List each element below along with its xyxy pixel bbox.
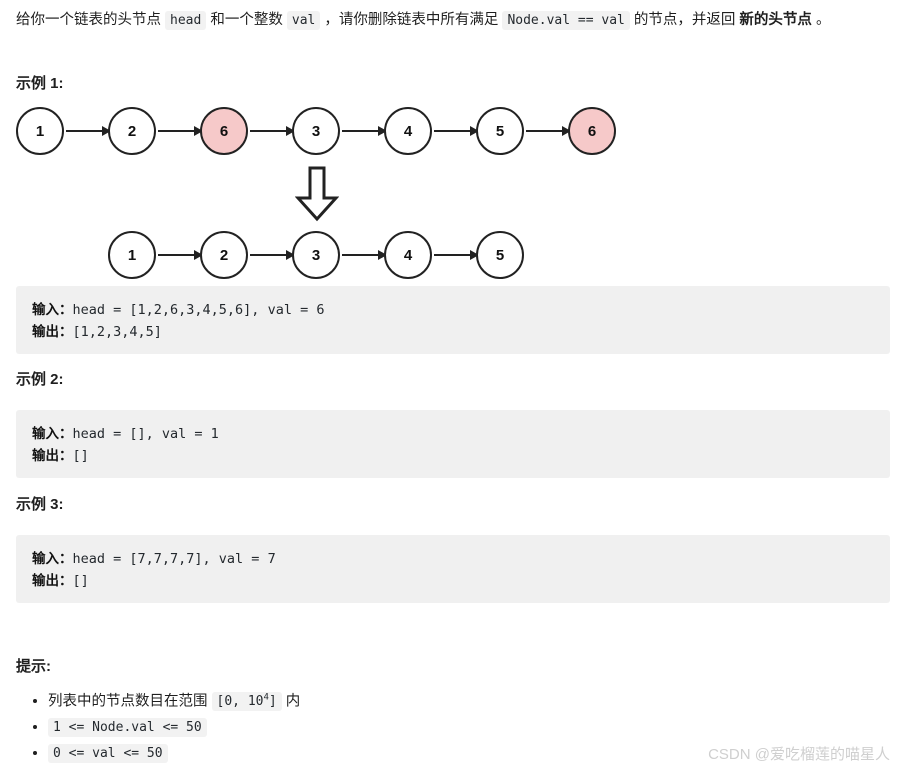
heading-example-3: 示例 3:: [16, 496, 64, 513]
list-node: 2: [108, 107, 156, 155]
node-value: 5: [495, 122, 505, 140]
problem-page: 给你一个链表的头节点 head 和一个整数 val ，请你删除链表中所有满足 N…: [0, 0, 906, 772]
input-value: head = [], val = 1: [72, 426, 219, 442]
constraint-1-prefix: 列表中的节点数目在范围: [48, 693, 212, 710]
list-node-highlighted: 6: [200, 107, 248, 155]
result-node: 4: [384, 231, 432, 279]
node-value: 4: [403, 246, 413, 264]
intro-text-1: 给你一个链表的头节点: [16, 12, 166, 28]
edge-r1-1: [66, 126, 111, 136]
inline-code-val: val: [286, 11, 321, 30]
input-label: 输入：: [32, 426, 73, 441]
result-node: 3: [292, 231, 340, 279]
input-label: 输入：: [32, 551, 73, 566]
list-node: 4: [384, 107, 432, 155]
node-value: 5: [495, 246, 505, 264]
list-node: 5: [476, 107, 524, 155]
example-2-output-line: 输出：[]: [32, 445, 874, 467]
edge-r2-3: [342, 250, 387, 260]
problem-description: 给你一个链表的头节点 head 和一个整数 val ，请你删除链表中所有满足 N…: [16, 8, 896, 33]
result-node: 5: [476, 231, 524, 279]
inline-code-head: head: [165, 11, 207, 30]
output-label: 输出：: [32, 573, 73, 588]
output-value: [1,2,3,4,5]: [72, 324, 162, 340]
example-3-code-block: 输入：head = [7,7,7,7], val = 7 输出：[]: [16, 535, 890, 603]
example-3-input-line: 输入：head = [7,7,7,7], val = 7: [32, 548, 874, 570]
result-node: 2: [200, 231, 248, 279]
inline-code-val-range: 0 <= val <= 50: [48, 744, 168, 764]
edge-r1-6: [526, 126, 571, 136]
example-3-output-line: 输出：[]: [32, 570, 874, 592]
intro-text-4: 的节点，并返回: [629, 12, 740, 28]
csdn-watermark: CSDN @爱吃榴莲的喵星人: [708, 746, 890, 763]
intro-text-3: ，请你删除链表中所有满足: [320, 12, 503, 28]
output-value: []: [72, 573, 89, 589]
edge-r1-3: [250, 126, 295, 136]
example-1-code-block: 输入：head = [1,2,6,3,4,5,6], val = 6 输出：[1,…: [16, 286, 890, 354]
node-value: 2: [127, 122, 137, 140]
intro-text-5: 。: [811, 12, 831, 28]
heading-example-2: 示例 2:: [16, 371, 64, 388]
edge-r2-4: [434, 250, 479, 260]
edge-r1-5: [434, 126, 479, 136]
input-value: head = [1,2,6,3,4,5,6], val = 6: [72, 302, 325, 318]
example-1-input-line: 输入：head = [1,2,6,3,4,5,6], val = 6: [32, 299, 874, 321]
result-node: 1: [108, 231, 156, 279]
node-value: 2: [219, 246, 229, 264]
output-label: 输出：: [32, 324, 73, 339]
node-value: 6: [219, 122, 229, 140]
node-value: 4: [403, 122, 413, 140]
inline-code-node-val-range: 1 <= Node.val <= 50: [48, 718, 207, 738]
heading-example-1: 示例 1:: [16, 75, 64, 92]
heading-tips: 提示:: [16, 658, 51, 675]
constraint-item-2: 1 <= Node.val <= 50: [48, 714, 716, 740]
list-node: 3: [292, 107, 340, 155]
node-value: 3: [311, 246, 321, 264]
input-label: 输入：: [32, 302, 73, 317]
linked-list-diagram: 1 2 6 3 4 5 6 1 2 3 4 5: [0, 96, 906, 286]
node-value: 3: [311, 122, 321, 140]
intro-bold-new-head: 新的头节点: [739, 12, 812, 28]
down-arrow-icon: [294, 166, 340, 227]
example-2-code-block: 输入：head = [], val = 1 输出：[]: [16, 410, 890, 478]
code-range-start: [0, 10: [216, 694, 264, 710]
edge-r2-1: [158, 250, 203, 260]
edge-r1-4: [342, 126, 387, 136]
input-value: head = [7,7,7,7], val = 7: [72, 551, 276, 567]
list-node-highlighted: 6: [568, 107, 616, 155]
inline-code-node-count: [0, 104]: [211, 692, 282, 712]
constraint-item-1: 列表中的节点数目在范围 [0, 104] 内: [48, 686, 716, 714]
node-value: 1: [35, 122, 45, 140]
example-2-input-line: 输入：head = [], val = 1: [32, 423, 874, 445]
code-range-end: ]: [268, 694, 277, 710]
intro-text-2: 和一个整数: [206, 12, 287, 28]
constraints-list: 列表中的节点数目在范围 [0, 104] 内 1 <= Node.val <= …: [16, 686, 716, 766]
inline-code-condition: Node.val == val: [502, 11, 630, 30]
example-1-output-line: 输出：[1,2,3,4,5]: [32, 321, 874, 343]
edge-r1-2: [158, 126, 203, 136]
constraint-item-3: 0 <= val <= 50: [48, 740, 716, 766]
edge-r2-2: [250, 250, 295, 260]
list-node: 1: [16, 107, 64, 155]
constraint-1-suffix: 内: [281, 693, 301, 710]
output-label: 输出：: [32, 448, 73, 463]
output-value: []: [72, 448, 89, 464]
node-value: 1: [127, 246, 137, 264]
node-value: 6: [587, 122, 597, 140]
